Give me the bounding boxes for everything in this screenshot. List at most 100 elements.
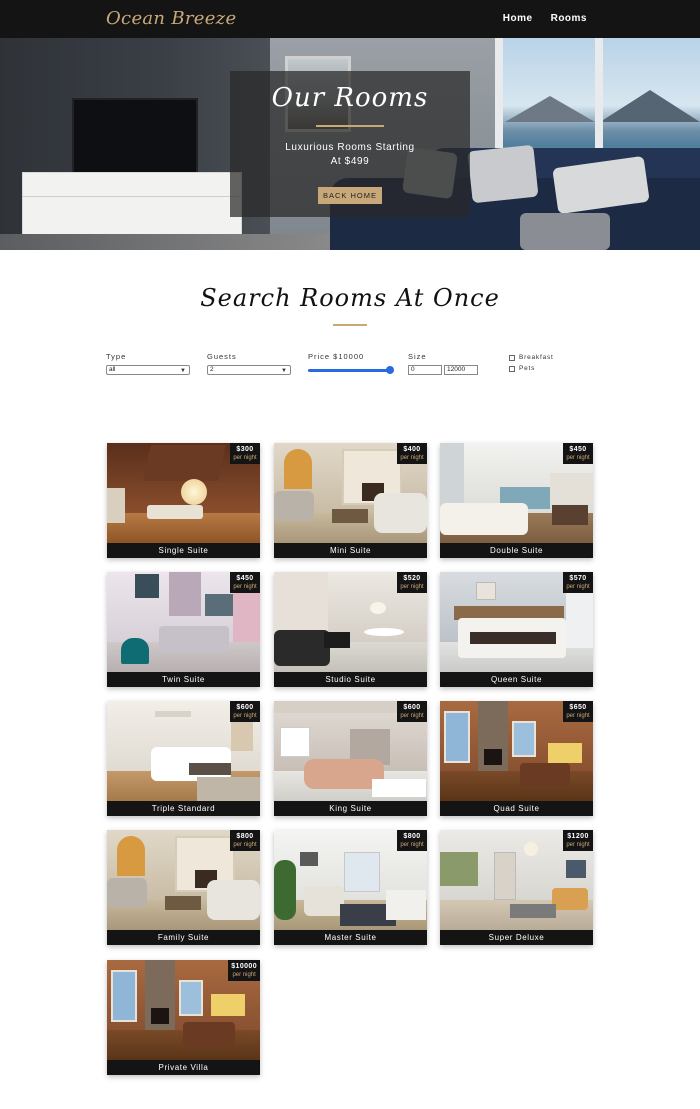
room-name: Twin Suite <box>107 672 260 687</box>
room-name: King Suite <box>274 801 427 816</box>
price-per-night: per night <box>233 584 257 590</box>
room-card-studio-suite[interactable]: $520 per night Studio Suite <box>274 572 427 687</box>
price-per-night: per night <box>400 584 424 590</box>
guests-select[interactable]: 2 ▼ <box>207 365 291 375</box>
search-section-title: Search Rooms At Once <box>200 284 500 312</box>
type-label: Type <box>106 352 127 361</box>
price-badge: $600 per night <box>230 701 260 722</box>
size-min-input[interactable]: 0 <box>408 365 442 375</box>
top-navbar: Ocean Breeze Home Rooms <box>0 0 700 38</box>
site-logo[interactable]: Ocean Breeze <box>106 8 236 29</box>
hero-photo-tv <box>72 98 198 174</box>
room-card-master-suite[interactable]: $800 per night Master Suite <box>274 830 427 945</box>
guests-filter: Guests 2 ▼ <box>207 352 291 375</box>
price-label: Price $10000 <box>308 352 365 361</box>
room-card-twin-suite[interactable]: $450 per night Twin Suite <box>107 572 260 687</box>
price-amount: $1200 <box>567 833 589 840</box>
price-amount: $600 <box>236 704 254 711</box>
price-amount: $520 <box>403 575 421 582</box>
search-divider <box>333 324 367 326</box>
price-amount: $450 <box>569 446 587 453</box>
room-card-double-suite[interactable]: $450 per night Double Suite <box>440 443 593 558</box>
room-name: Double Suite <box>440 543 593 558</box>
price-amount: $800 <box>236 833 254 840</box>
pets-label: Pets <box>519 365 536 372</box>
room-name: Triple Standard <box>107 801 260 816</box>
room-card-mini-suite[interactable]: $400 per night Mini Suite <box>274 443 427 558</box>
price-amount: $600 <box>403 704 421 711</box>
pets-checkbox[interactable] <box>509 365 515 372</box>
hero-divider <box>316 125 384 127</box>
chevron-down-icon: ▼ <box>180 368 186 374</box>
price-per-night: per night <box>566 713 590 719</box>
hero-banner: Our Rooms Luxurious Rooms Starting At $4… <box>0 38 700 250</box>
nav-link-rooms[interactable]: Rooms <box>551 13 587 24</box>
room-name: Private Villa <box>107 1060 260 1075</box>
nav-link-home[interactable]: Home <box>503 13 533 24</box>
room-name: Queen Suite <box>440 672 593 687</box>
room-name: Quad Suite <box>440 801 593 816</box>
price-per-night: per night <box>566 842 590 848</box>
hero-title: Our Rooms <box>271 83 429 113</box>
price-badge: $1200 per night <box>563 830 593 851</box>
price-amount: $300 <box>236 446 254 453</box>
price-badge: $800 per night <box>230 830 260 851</box>
price-amount: $400 <box>403 446 421 453</box>
pets-option[interactable]: Pets <box>509 363 554 374</box>
room-card-private-villa[interactable]: $10000 per night Private Villa <box>107 960 260 1075</box>
size-filter: Size 0 12000 <box>408 352 478 375</box>
room-card-super-deluxe[interactable]: $1200 per night Super Deluxe <box>440 830 593 945</box>
price-per-night: per night <box>400 455 424 461</box>
room-card-quad-suite[interactable]: $650 per night Quad Suite <box>440 701 593 816</box>
room-card-triple-standard[interactable]: $600 per night Triple Standard <box>107 701 260 816</box>
price-per-night: per night <box>233 455 257 461</box>
breakfast-option[interactable]: Breakfast <box>509 352 554 363</box>
hero-subtitle-line1: Luxurious Rooms Starting <box>285 142 415 153</box>
room-name: Master Suite <box>274 930 427 945</box>
size-label: Size <box>408 352 427 361</box>
price-badge: $800 per night <box>397 830 427 851</box>
room-card-king-suite[interactable]: $600 per night King Suite <box>274 701 427 816</box>
extras-filter: Breakfast Pets <box>509 352 554 374</box>
room-name: Mini Suite <box>274 543 427 558</box>
price-amount: $450 <box>236 575 254 582</box>
chevron-down-icon: ▼ <box>281 368 287 374</box>
price-badge: $570 per night <box>563 572 593 593</box>
price-badge: $450 per night <box>230 572 260 593</box>
back-home-button[interactable]: BACK HOME <box>318 187 382 204</box>
price-per-night: per night <box>233 713 257 719</box>
room-name: Studio Suite <box>274 672 427 687</box>
room-card-single-suite[interactable]: $300 per night Single Suite <box>107 443 260 558</box>
type-filter: Type all ▼ <box>106 352 190 375</box>
hero-subtitle: Luxurious Rooms Starting At $499 <box>230 141 470 169</box>
price-amount: $570 <box>569 575 587 582</box>
price-range-fill <box>308 369 389 372</box>
room-card-family-suite[interactable]: $800 per night Family Suite <box>107 830 260 945</box>
price-per-night: per night <box>400 713 424 719</box>
price-badge: $450 per night <box>563 443 593 464</box>
price-badge: $650 per night <box>563 701 593 722</box>
breakfast-label: Breakfast <box>519 354 554 361</box>
price-amount: $10000 <box>231 963 257 970</box>
room-card-queen-suite[interactable]: $570 per night Queen Suite <box>440 572 593 687</box>
price-badge: $600 per night <box>397 701 427 722</box>
nav-links: Home Rooms <box>503 13 587 24</box>
price-per-night: per night <box>400 842 424 848</box>
price-filter: Price $10000 <box>308 352 394 375</box>
guests-label: Guests <box>207 352 237 361</box>
price-badge: $10000 per night <box>228 960 260 981</box>
room-name: Super Deluxe <box>440 930 593 945</box>
hero-overlay-box: Our Rooms Luxurious Rooms Starting At $4… <box>230 71 470 217</box>
price-range-slider[interactable] <box>308 365 394 375</box>
price-badge: $300 per night <box>230 443 260 464</box>
type-select[interactable]: all ▼ <box>106 365 190 375</box>
size-max-input[interactable]: 12000 <box>444 365 478 375</box>
room-name: Family Suite <box>107 930 260 945</box>
price-per-night: per night <box>566 584 590 590</box>
price-amount: $650 <box>569 704 587 711</box>
price-badge: $400 per night <box>397 443 427 464</box>
hero-subtitle-line2: At $499 <box>330 156 370 167</box>
price-per-night: per night <box>233 842 257 848</box>
price-range-thumb[interactable] <box>386 366 394 374</box>
breakfast-checkbox[interactable] <box>509 354 515 361</box>
